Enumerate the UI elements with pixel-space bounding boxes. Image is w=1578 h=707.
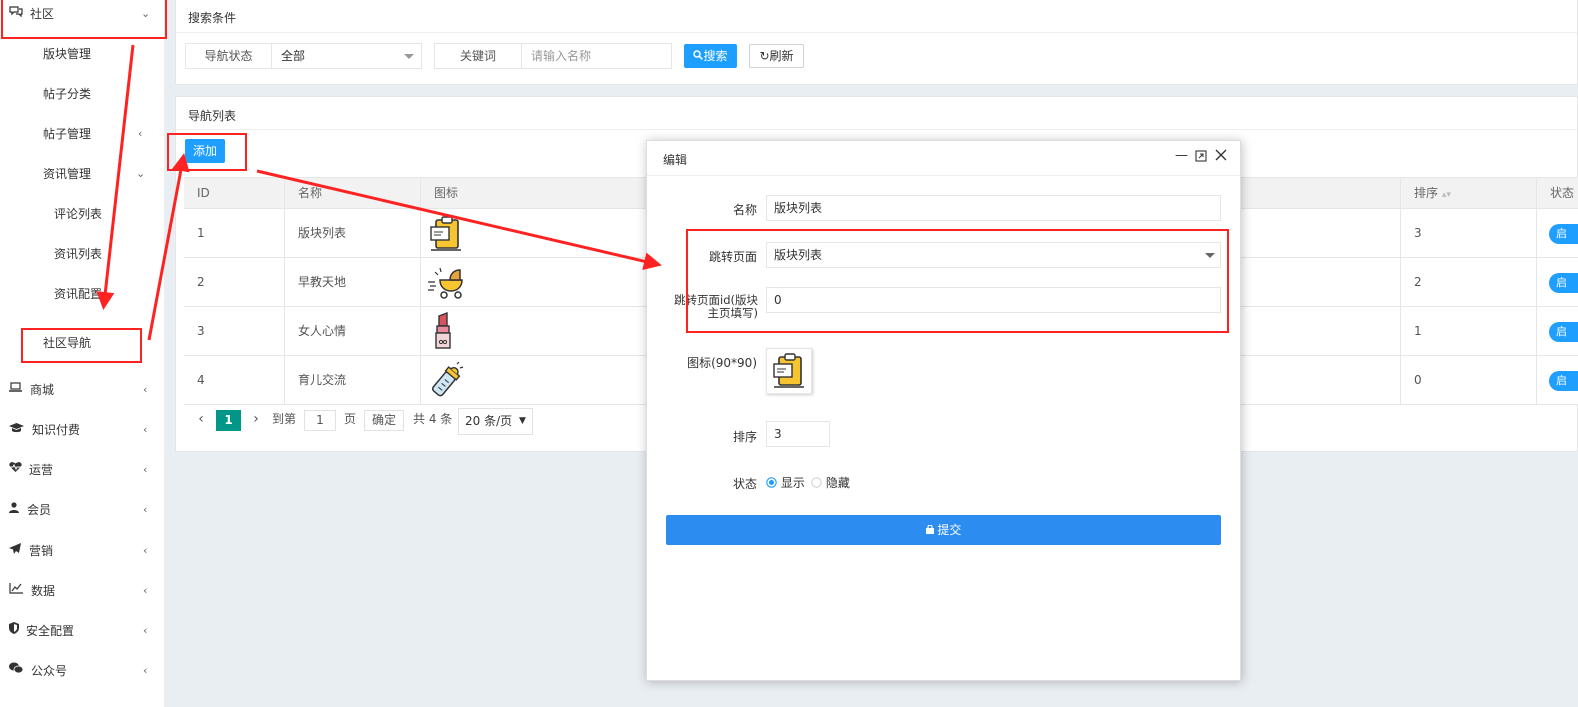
annotation-arrow [96,44,135,310]
annotation-arrows [96,44,662,341]
annotation-arrow [256,169,662,271]
annotation-arrow [147,153,190,341]
